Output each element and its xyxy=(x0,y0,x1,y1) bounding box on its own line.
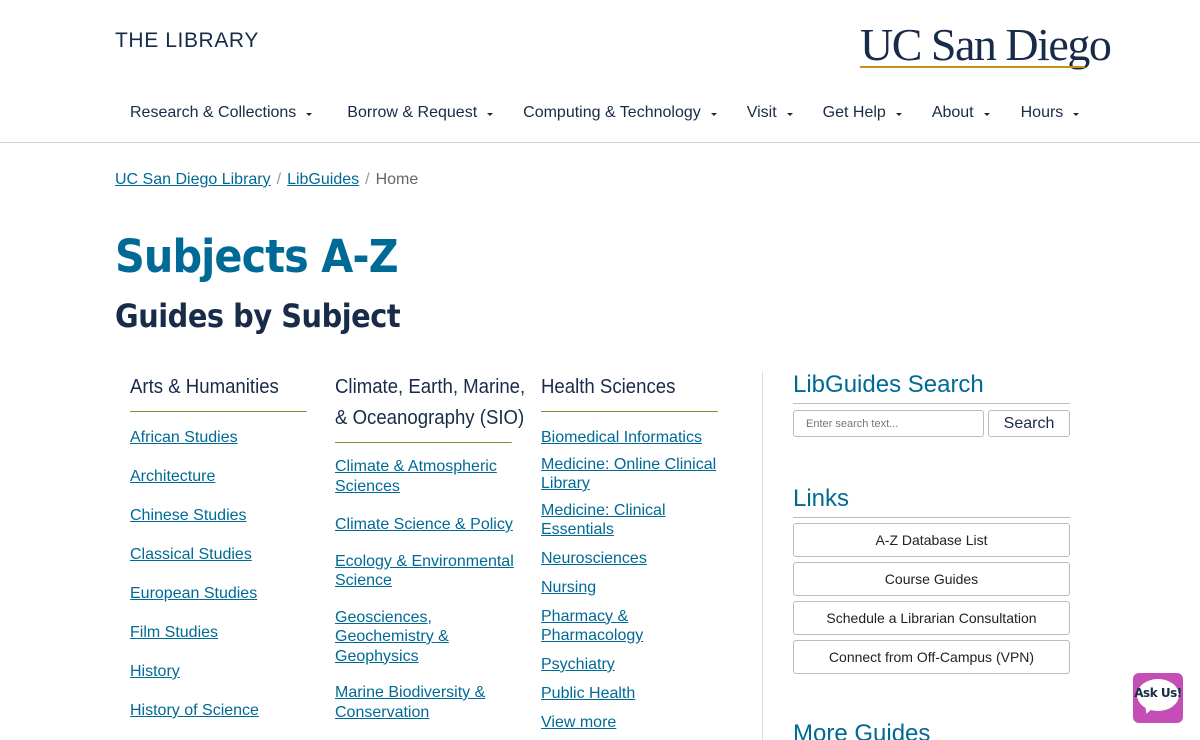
nav-borrow-request[interactable]: Borrow & Request xyxy=(347,104,494,122)
az-database-list-button[interactable]: A-Z Database List xyxy=(793,523,1070,557)
nav-label: Computing & Technology xyxy=(523,104,701,121)
column-heading: Health Sciences xyxy=(541,372,718,412)
subject-link[interactable]: Ecology & Environmental Science xyxy=(335,553,514,590)
chat-bubble-tail xyxy=(1141,703,1155,716)
nav-label: Research & Collections xyxy=(130,104,297,121)
more-guides-panel: More Guides xyxy=(793,720,1070,740)
nav-label: Hours xyxy=(1020,104,1064,121)
subject-link[interactable]: Chinese Studies xyxy=(130,507,247,524)
subject-link[interactable]: Climate Science & Policy xyxy=(335,516,513,533)
subject-column-climate: Climate, Earth, Marine, & Oceanography (… xyxy=(335,372,525,722)
subject-link[interactable]: Geosciences, Geochemistry & Geophysics xyxy=(335,609,449,665)
subject-list: African Studies Architecture Chinese Stu… xyxy=(130,428,320,721)
nav-label: About xyxy=(931,104,974,121)
vpn-button[interactable]: Connect from Off-Campus (VPN) xyxy=(793,640,1070,674)
subject-link[interactable]: Medicine: Online Clinical Library xyxy=(541,456,716,493)
sidebar-divider xyxy=(762,372,763,740)
breadcrumb-separator: / xyxy=(365,171,370,188)
nav-visit[interactable]: Visit xyxy=(747,104,793,122)
caret-down-icon xyxy=(895,112,902,116)
caret-down-icon xyxy=(786,112,793,116)
ask-us-chat-button[interactable]: Ask Us! xyxy=(1133,673,1183,723)
search-panel-title: LibGuides Search xyxy=(793,371,1070,404)
subject-link[interactable]: Architecture xyxy=(130,468,215,485)
column-heading-line: Climate, Earth, Marine, xyxy=(335,376,526,398)
subject-column-arts: Arts & Humanities African Studies Archit… xyxy=(130,372,320,721)
column-heading: Arts & Humanities xyxy=(130,372,307,412)
subject-link[interactable]: Pharmacy & Pharmacology xyxy=(541,608,643,645)
column-heading: Climate, Earth, Marine, & Oceanography (… xyxy=(335,372,526,443)
page-subtitle: Guides by Subject xyxy=(115,297,401,335)
search-button[interactable]: Search xyxy=(988,410,1070,437)
subject-link[interactable]: Psychiatry xyxy=(541,656,615,673)
libguides-search-panel: LibGuides Search Search xyxy=(793,371,1070,437)
caret-down-icon xyxy=(487,112,494,116)
subject-link[interactable]: Medicine: Clinical Essentials xyxy=(541,502,666,539)
search-input[interactable] xyxy=(793,410,984,437)
main-nav: Research & Collections Borrow & Request … xyxy=(115,104,1080,122)
nav-label: Get Help xyxy=(822,104,886,121)
breadcrumb-libguides-link[interactable]: LibGuides xyxy=(287,171,359,189)
nav-get-help[interactable]: Get Help xyxy=(823,104,902,122)
subject-link[interactable]: Public Health xyxy=(541,685,635,702)
links-panel-title: Links xyxy=(793,485,1070,518)
nav-label: Borrow & Request xyxy=(347,104,478,121)
subject-list: Climate & Atmospheric Sciences Climate S… xyxy=(335,457,525,722)
ucsd-logo[interactable]: UC San Diego xyxy=(860,20,1112,70)
caret-down-icon xyxy=(306,112,313,116)
subject-link[interactable]: Marine Biodiversity & Conservation xyxy=(335,684,485,721)
librarian-consultation-button[interactable]: Schedule a Librarian Consultation xyxy=(793,601,1070,635)
nav-computing-technology[interactable]: Computing & Technology xyxy=(523,104,717,122)
subject-link[interactable]: Film Studies xyxy=(130,624,218,641)
logo-underline xyxy=(860,66,1085,68)
course-guides-button[interactable]: Course Guides xyxy=(793,562,1070,596)
nav-research-collections[interactable]: Research & Collections xyxy=(130,104,313,122)
subject-link[interactable]: Neurosciences xyxy=(541,550,647,567)
caret-down-icon xyxy=(983,112,990,116)
more-guides-title: More Guides xyxy=(793,720,931,740)
breadcrumb-library-link[interactable]: UC San Diego Library xyxy=(115,171,271,189)
view-more-link[interactable]: View more xyxy=(541,714,616,731)
links-panel: Links A-Z Database List Course Guides Sc… xyxy=(793,485,1070,674)
subject-link[interactable]: Classical Studies xyxy=(130,546,252,563)
nav-label: Visit xyxy=(746,104,777,121)
subject-link[interactable]: Nursing xyxy=(541,579,596,596)
subject-link[interactable]: Biomedical Informatics xyxy=(541,429,702,446)
breadcrumb-separator: / xyxy=(276,171,282,188)
search-row: Search xyxy=(793,410,1070,437)
caret-down-icon xyxy=(710,112,717,116)
column-heading-line: & Oceanography (SIO) xyxy=(335,407,525,429)
breadcrumb-current: Home xyxy=(375,171,419,188)
nav-about[interactable]: About xyxy=(932,104,990,122)
subject-link[interactable]: European Studies xyxy=(130,585,257,602)
nav-hours[interactable]: Hours xyxy=(1021,104,1080,122)
ask-us-label: Ask Us! xyxy=(1134,686,1182,700)
breadcrumb: UC San Diego Library / LibGuides / Home xyxy=(115,171,418,189)
library-site-name[interactable]: THE LIBRARY xyxy=(115,29,259,53)
subject-link[interactable]: Climate & Atmospheric Sciences xyxy=(335,458,497,495)
caret-down-icon xyxy=(1073,112,1080,116)
subject-link[interactable]: African Studies xyxy=(130,429,238,446)
site-header: THE LIBRARY UC San Diego Research & Coll… xyxy=(0,0,1200,143)
subject-list: Biomedical Informatics Medicine: Online … xyxy=(541,428,731,733)
subject-column-health: Health Sciences Biomedical Informatics M… xyxy=(541,372,731,733)
subject-link[interactable]: History xyxy=(130,663,180,680)
subject-link[interactable]: History of Science xyxy=(130,702,259,719)
page-title: Subjects A-Z xyxy=(115,230,399,283)
